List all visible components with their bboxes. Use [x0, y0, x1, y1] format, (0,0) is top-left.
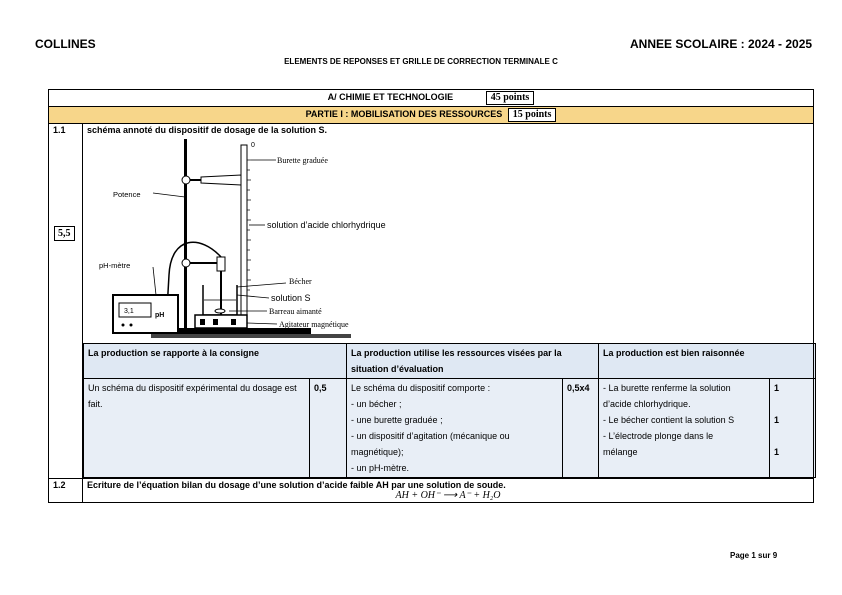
criteria-table: La production se rapporte à la consigne …: [83, 343, 817, 478]
question-number: 1.1: [48, 123, 83, 479]
criterion-3-point: 1: [774, 383, 780, 393]
criterion-2-head: La production utilise les ressources vis…: [345, 343, 600, 379]
criterion-2-line: Le schéma du dispositif comporte :: [351, 383, 491, 393]
criterion-2-line: magnétique);: [351, 447, 404, 457]
ph-display-value: 3,1: [124, 308, 134, 315]
question-title: schéma annoté du dispositif de dosage de…: [87, 125, 328, 135]
criterion-2-points: 0,5x4: [561, 378, 600, 478]
clamp-cone: [200, 174, 242, 186]
stand-rod: [184, 139, 187, 335]
label-acid: solution d’acide chlorhydrique: [267, 220, 386, 230]
titration-diagram: 0 3,1 pH Burette graduée Potence solutio…: [99, 139, 386, 338]
label-agitateur: Agitateur magnétique: [279, 320, 349, 329]
burette: [240, 144, 248, 316]
part-title: PARTIE I : MOBILISATION DES RESSOURCES: [305, 109, 503, 119]
part-row: PARTIE I : MOBILISATION DES RESSOURCES 1…: [48, 106, 814, 124]
criterion-2-line: - un dispositif d’agitation (mécanique o…: [351, 431, 510, 441]
ph-unit-label: pH: [155, 312, 164, 319]
criterion-3-head: La production est bien raisonnée: [598, 343, 817, 379]
criterion-1-text: Un schéma du dispositif expérimental du …: [83, 378, 310, 478]
criterion-3-line: - L’électrode plonge dans le: [603, 431, 714, 441]
school-name: COLLINES: [35, 37, 96, 51]
question-title: Ecriture de l’équation bilan du dosage d…: [87, 480, 506, 490]
criterion-3-point: 1: [774, 447, 780, 457]
question-1-1-row: 1.1 schéma annoté du dispositif de dosag…: [48, 123, 817, 479]
equation: AH + OH⁻ ⟶ A⁻ + H₂O: [395, 490, 501, 501]
criterion-2-text: Le schéma du dispositif comporte : - un …: [346, 378, 563, 478]
document-subtitle: ELEMENTS DE REPONSES ET GRILLE DE CORREC…: [284, 57, 558, 66]
section-points: 45 points: [485, 91, 535, 105]
criteria-head-row: La production se rapporte à la consigne …: [83, 343, 817, 379]
criterion-3-points: 1 1 1: [769, 378, 817, 478]
page-number: Page 1 sur 9: [730, 551, 778, 560]
label-barreau: Barreau aimanté: [269, 307, 322, 316]
criterion-3-text: - La burette renferme la solution d’acid…: [598, 378, 771, 478]
label-solution: solution S: [271, 293, 311, 303]
criterion-1-points: 0,5: [309, 378, 347, 478]
school-year: ANNEE SCOLAIRE : 2024 - 2025: [630, 37, 813, 51]
correction-grid: A/ CHIMIE ET TECHNOLOGIE 45 points PARTI…: [48, 89, 817, 503]
score-box: 5,5: [54, 226, 75, 241]
part-points: 15 points: [507, 108, 557, 122]
section-row: A/ CHIMIE ET TECHNOLOGIE 45 points: [48, 89, 814, 107]
label-potence: Potence: [113, 190, 141, 199]
bench: [151, 334, 351, 338]
criterion-3-line: d’acide chlorhydrique.: [603, 399, 691, 409]
criterion-2-line: - une burette graduée ;: [351, 415, 443, 425]
label-burette: Burette graduée: [277, 156, 328, 165]
criterion-3-line: - La burette renferme la solution: [603, 383, 731, 393]
criterion-3-line: mélange: [603, 447, 638, 457]
section-title: A/ CHIMIE ET TECHNOLOGIE: [327, 92, 454, 102]
question-1-2-row: 1.2 Ecriture de l’équation bilan du dosa…: [48, 478, 814, 503]
criterion-2-line: - un bécher ;: [351, 399, 402, 409]
question-number: 1.2: [48, 478, 83, 503]
label-ph-meter: pH-mètre: [99, 261, 130, 270]
stir-bar: [214, 308, 226, 314]
criterion-3-line: - Le bécher contient la solution S: [603, 415, 735, 425]
label-becher: Bécher: [289, 277, 312, 286]
criterion-1-head: La production se rapporte à la consigne: [83, 343, 347, 379]
criterion-3-point: 1: [774, 415, 780, 425]
criteria-body-row: Un schéma du dispositif expérimental du …: [83, 378, 817, 478]
burette-zero: 0: [251, 142, 255, 149]
criterion-2-line: - un pH-mètre.: [351, 463, 410, 473]
